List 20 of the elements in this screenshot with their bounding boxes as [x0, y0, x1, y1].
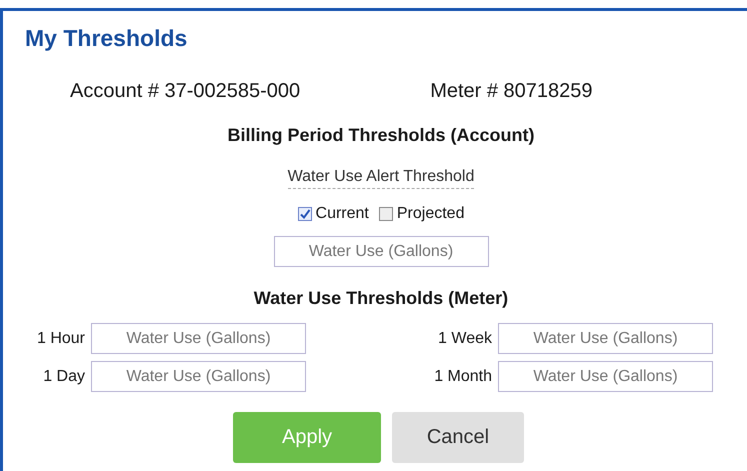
water-use-field[interactable]: Water Use (Gallons) — [498, 323, 713, 354]
checkbox-label: Current — [316, 205, 369, 223]
field-label: 1 Day — [43, 368, 85, 386]
account-number: Account # 37-002585-000 — [70, 80, 300, 103]
meter-number: Meter # 80718259 — [430, 80, 593, 103]
water-use-field[interactable]: Water Use (Gallons) — [91, 361, 306, 392]
water-use-field[interactable]: Water Use (Gallons) — [91, 323, 306, 354]
field-label: 1 Hour — [36, 330, 85, 348]
checkbox[interactable] — [298, 207, 312, 221]
water-use-field[interactable]: Water Use (Gallons) — [274, 236, 488, 267]
field-label: 1 Week — [438, 330, 492, 348]
section-heading: Billing Period Thresholds (Account) — [227, 125, 534, 146]
checkbox[interactable] — [378, 207, 393, 221]
alert-threshold-label: Water Use Alert Threshold — [288, 168, 474, 189]
field-label: 1 Month — [434, 368, 492, 386]
section-heading: Water Use Thresholds (Meter) — [254, 288, 508, 309]
cancel-button[interactable]: Cancel — [392, 412, 524, 463]
water-use-field[interactable]: Water Use (Gallons) — [498, 361, 713, 392]
checkbox-label: Projected — [396, 205, 464, 223]
dialog-title: My Thresholds — [25, 25, 188, 52]
